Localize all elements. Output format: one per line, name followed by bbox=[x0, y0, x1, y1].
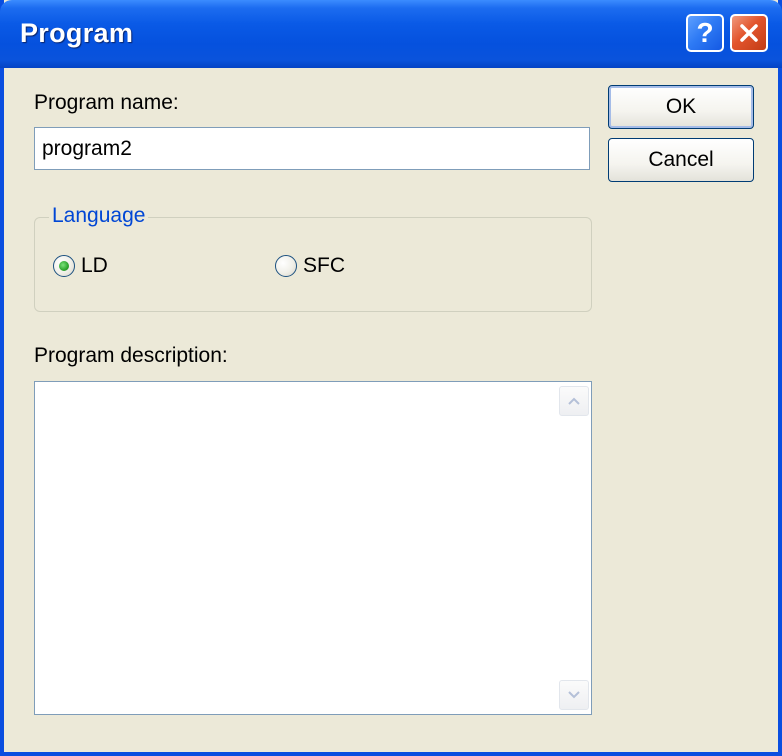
cancel-button[interactable]: Cancel bbox=[608, 138, 754, 182]
language-group-title: Language bbox=[49, 204, 149, 228]
description-scrollbar[interactable] bbox=[559, 384, 589, 712]
program-name-label: Program name: bbox=[34, 91, 179, 114]
program-description-label: Program description: bbox=[34, 344, 228, 367]
help-button[interactable]: ? bbox=[686, 14, 724, 52]
radio-ld[interactable]: LD bbox=[53, 254, 108, 278]
scroll-down-button[interactable] bbox=[559, 680, 589, 710]
close-button[interactable] bbox=[730, 14, 768, 52]
radio-ld-label: LD bbox=[81, 254, 108, 277]
title-bar[interactable]: Program ? bbox=[0, 0, 782, 68]
scroll-up-button[interactable] bbox=[559, 386, 589, 416]
program-dialog: Program ? Program name: program2 OK Canc… bbox=[0, 0, 782, 756]
program-name-input[interactable]: program2 bbox=[34, 127, 590, 170]
language-groupbox: Language LD SFC bbox=[34, 204, 592, 312]
window-title: Program bbox=[20, 18, 134, 48]
question-mark-icon: ? bbox=[696, 17, 714, 48]
dialog-body: Program name: program2 OK Cancel Languag… bbox=[4, 68, 778, 752]
radio-sfc[interactable]: SFC bbox=[275, 254, 345, 278]
chevron-down-icon bbox=[568, 691, 580, 699]
radio-sfc-circle[interactable] bbox=[275, 255, 297, 277]
radio-ld-circle[interactable] bbox=[53, 255, 75, 277]
ok-button[interactable]: OK bbox=[608, 85, 754, 129]
chevron-up-icon bbox=[568, 397, 580, 405]
close-x-icon bbox=[740, 24, 758, 42]
radio-sfc-label: SFC bbox=[303, 254, 345, 277]
program-description-textarea[interactable] bbox=[34, 381, 592, 715]
